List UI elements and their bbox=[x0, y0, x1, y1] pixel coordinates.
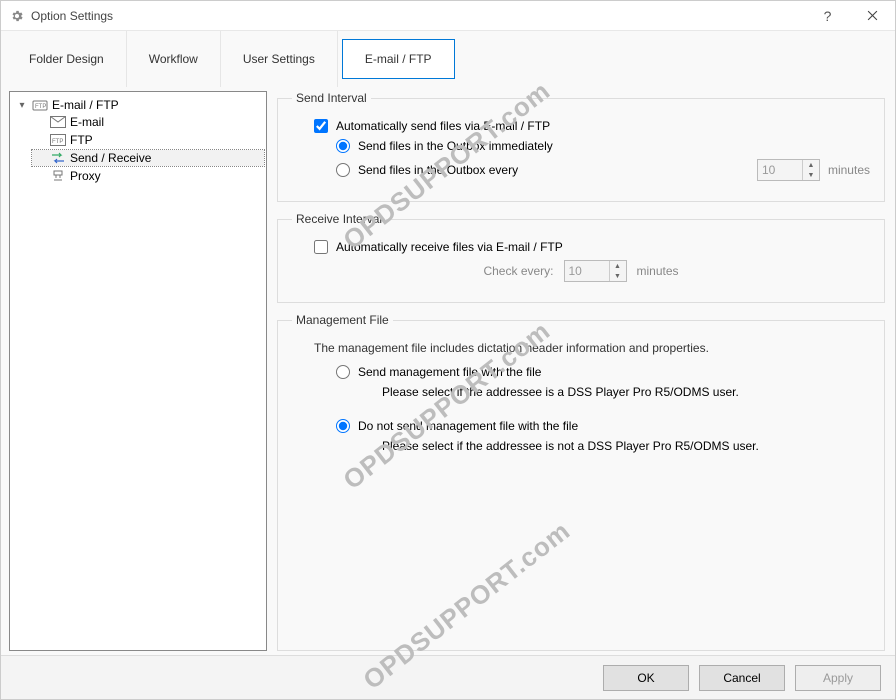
tab-workflow[interactable]: Workflow bbox=[127, 31, 221, 87]
legend-send-interval: Send Interval bbox=[292, 91, 371, 105]
lbl-send-every: Send files in the Outbox every bbox=[358, 163, 518, 177]
group-send-interval: Send Interval Automatically send files v… bbox=[277, 91, 885, 202]
radio-send-immediate[interactable] bbox=[336, 139, 350, 153]
legend-management-file: Management File bbox=[292, 313, 393, 327]
chevron-up-icon[interactable]: ▲ bbox=[803, 160, 819, 170]
ok-button[interactable]: OK bbox=[603, 665, 689, 691]
tree-pane: ▾ FTP E-mail / FTP bbox=[9, 91, 267, 651]
window-title: Option Settings bbox=[31, 9, 805, 23]
spin-receive-minutes-input[interactable] bbox=[565, 261, 609, 281]
lbl-mgmt-nosend: Do not send management file with the fil… bbox=[358, 419, 578, 433]
svg-text:FTP: FTP bbox=[35, 104, 46, 110]
mgmt-description: The management file includes dictation h… bbox=[314, 341, 870, 355]
send-receive-icon bbox=[50, 151, 66, 165]
tree-label: FTP bbox=[70, 133, 93, 147]
tree-label: E-mail bbox=[70, 115, 104, 129]
radio-mgmt-send[interactable] bbox=[336, 365, 350, 379]
tree-item-email[interactable]: E-mail bbox=[32, 114, 264, 130]
chevron-up-icon[interactable]: ▲ bbox=[610, 261, 626, 271]
lbl-send-immediate: Send files in the Outbox immediately bbox=[358, 139, 553, 153]
lbl-check-every: Check every: bbox=[483, 264, 553, 278]
proxy-icon bbox=[50, 169, 66, 183]
lbl-auto-send: Automatically send files via E-mail / FT… bbox=[336, 119, 550, 133]
ftp-root-icon: FTP bbox=[32, 98, 48, 112]
gear-icon bbox=[9, 8, 25, 24]
close-button[interactable] bbox=[850, 1, 895, 30]
legend-receive-interval: Receive Interval bbox=[292, 212, 386, 226]
chevron-down-icon[interactable]: ▼ bbox=[610, 271, 626, 281]
collapse-icon[interactable]: ▾ bbox=[16, 100, 28, 111]
radio-mgmt-nosend[interactable] bbox=[336, 419, 350, 433]
lbl-auto-receive: Automatically receive files via E-mail /… bbox=[336, 240, 563, 254]
cancel-button[interactable]: Cancel bbox=[699, 665, 785, 691]
tab-user-settings[interactable]: User Settings bbox=[221, 31, 338, 87]
group-management-file: Management File The management file incl… bbox=[277, 313, 885, 651]
group-receive-interval: Receive Interval Automatically receive f… bbox=[277, 212, 885, 303]
tree-item-ftp[interactable]: FTP FTP bbox=[32, 132, 264, 148]
email-icon bbox=[50, 115, 66, 129]
tree-item-proxy[interactable]: Proxy bbox=[32, 168, 264, 184]
tree-label: E-mail / FTP bbox=[52, 98, 119, 112]
spin-send-minutes[interactable]: ▲▼ bbox=[757, 159, 820, 181]
tree-item-send-receive[interactable]: Send / Receive bbox=[32, 150, 264, 166]
button-bar: OK Cancel Apply bbox=[1, 655, 895, 699]
lbl-mgmt-send: Send management file with the file bbox=[358, 365, 541, 379]
titlebar: Option Settings ? bbox=[1, 1, 895, 31]
lbl-send-unit: minutes bbox=[828, 163, 870, 177]
chk-auto-receive[interactable] bbox=[314, 240, 328, 254]
note-mgmt-send: Please select if the addressee is a DSS … bbox=[314, 385, 870, 399]
ftp-icon: FTP bbox=[50, 133, 66, 147]
lbl-receive-unit: minutes bbox=[637, 264, 679, 278]
chevron-down-icon[interactable]: ▼ bbox=[803, 170, 819, 180]
tree-label: Proxy bbox=[70, 169, 101, 183]
tab-bar: Folder Design Workflow User Settings E-m… bbox=[1, 31, 895, 87]
tab-email-ftp[interactable]: E-mail / FTP bbox=[342, 39, 455, 79]
radio-send-every[interactable] bbox=[336, 163, 350, 177]
settings-pane: Send Interval Automatically send files v… bbox=[275, 91, 887, 651]
tab-folder-design[interactable]: Folder Design bbox=[7, 31, 127, 87]
spin-receive-minutes[interactable]: ▲▼ bbox=[564, 260, 627, 282]
tree-root-email-ftp[interactable]: ▾ FTP E-mail / FTP bbox=[14, 97, 264, 113]
tree-label: Send / Receive bbox=[70, 151, 151, 165]
help-button[interactable]: ? bbox=[805, 1, 850, 30]
apply-button[interactable]: Apply bbox=[795, 665, 881, 691]
spin-send-minutes-input[interactable] bbox=[758, 160, 802, 180]
chk-auto-send[interactable] bbox=[314, 119, 328, 133]
svg-text:FTP: FTP bbox=[52, 139, 63, 145]
note-mgmt-nosend: Please select if the addressee is not a … bbox=[314, 439, 870, 453]
